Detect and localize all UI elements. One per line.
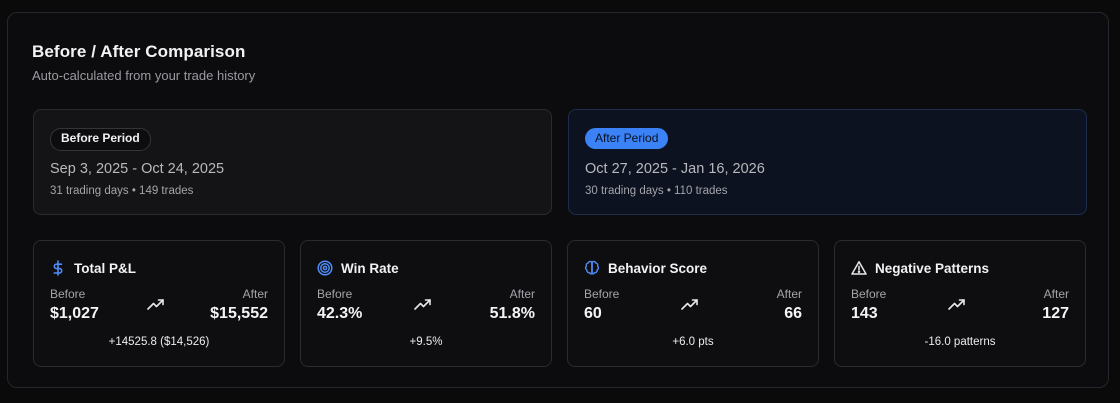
before-label: Before — [851, 287, 887, 301]
before-value: $1,027 — [50, 305, 99, 322]
after-period-badge: After Period — [585, 128, 669, 149]
metric-card-total-pnl: Total P&L Before After $1,027 $15,552 +1… — [33, 240, 285, 367]
page-subtitle: Auto-calculated from your trade history — [32, 68, 256, 83]
metric-card-win-rate: Win Rate Before After 42.3% 51.8% +9.5% — [300, 240, 552, 367]
after-period-meta: 30 trading days • 110 trades — [585, 185, 728, 197]
after-label: After — [776, 287, 802, 301]
metric-title: Negative Patterns — [875, 260, 990, 276]
before-label: Before — [584, 287, 620, 301]
metric-delta: +14525.8 ($14,526) — [108, 336, 210, 348]
metric-card-behavior-score: Behavior Score Before After 60 66 +6.0 p… — [567, 240, 819, 367]
after-label: After — [1043, 287, 1069, 301]
target-icon — [317, 260, 333, 276]
before-value: 60 — [584, 305, 602, 322]
metric-delta: +9.5% — [409, 336, 443, 348]
trending-up-icon — [948, 298, 966, 312]
before-period-card: Before Period Sep 3, 2025 - Oct 24, 2025… — [33, 109, 552, 215]
metric-title: Win Rate — [341, 260, 399, 276]
after-value: 66 — [784, 305, 802, 322]
after-period-card: After Period Oct 27, 2025 - Jan 16, 2026… — [568, 109, 1087, 215]
metric-delta: +6.0 pts — [672, 336, 714, 348]
page-title: Before / After Comparison — [32, 42, 246, 61]
metric-card-negative-patterns: Negative Patterns Before After 143 127 -… — [834, 240, 1086, 367]
before-label: Before — [50, 287, 86, 301]
before-period-range: Sep 3, 2025 - Oct 24, 2025 — [50, 161, 225, 177]
trending-up-icon — [681, 298, 699, 312]
brain-icon — [584, 260, 600, 276]
before-period-badge: Before Period — [50, 128, 151, 151]
metric-title: Total P&L — [74, 260, 136, 276]
after-label: After — [509, 287, 535, 301]
metric-delta: -16.0 patterns — [924, 336, 996, 348]
after-value: 127 — [1042, 305, 1069, 322]
before-value: 42.3% — [317, 305, 363, 322]
after-value: $15,552 — [210, 305, 268, 322]
before-label: Before — [317, 287, 353, 301]
trending-up-icon — [414, 298, 432, 312]
after-value: 51.8% — [489, 305, 535, 322]
trending-up-icon — [147, 298, 165, 312]
after-label: After — [242, 287, 268, 301]
dollar-icon — [50, 260, 66, 276]
comparison-panel: Before / After Comparison Auto-calculate… — [7, 12, 1109, 388]
metric-title: Behavior Score — [608, 260, 708, 276]
warning-icon — [851, 260, 867, 276]
before-value: 143 — [851, 305, 878, 322]
after-period-range: Oct 27, 2025 - Jan 16, 2026 — [585, 161, 765, 177]
before-period-meta: 31 trading days • 149 trades — [50, 185, 194, 197]
